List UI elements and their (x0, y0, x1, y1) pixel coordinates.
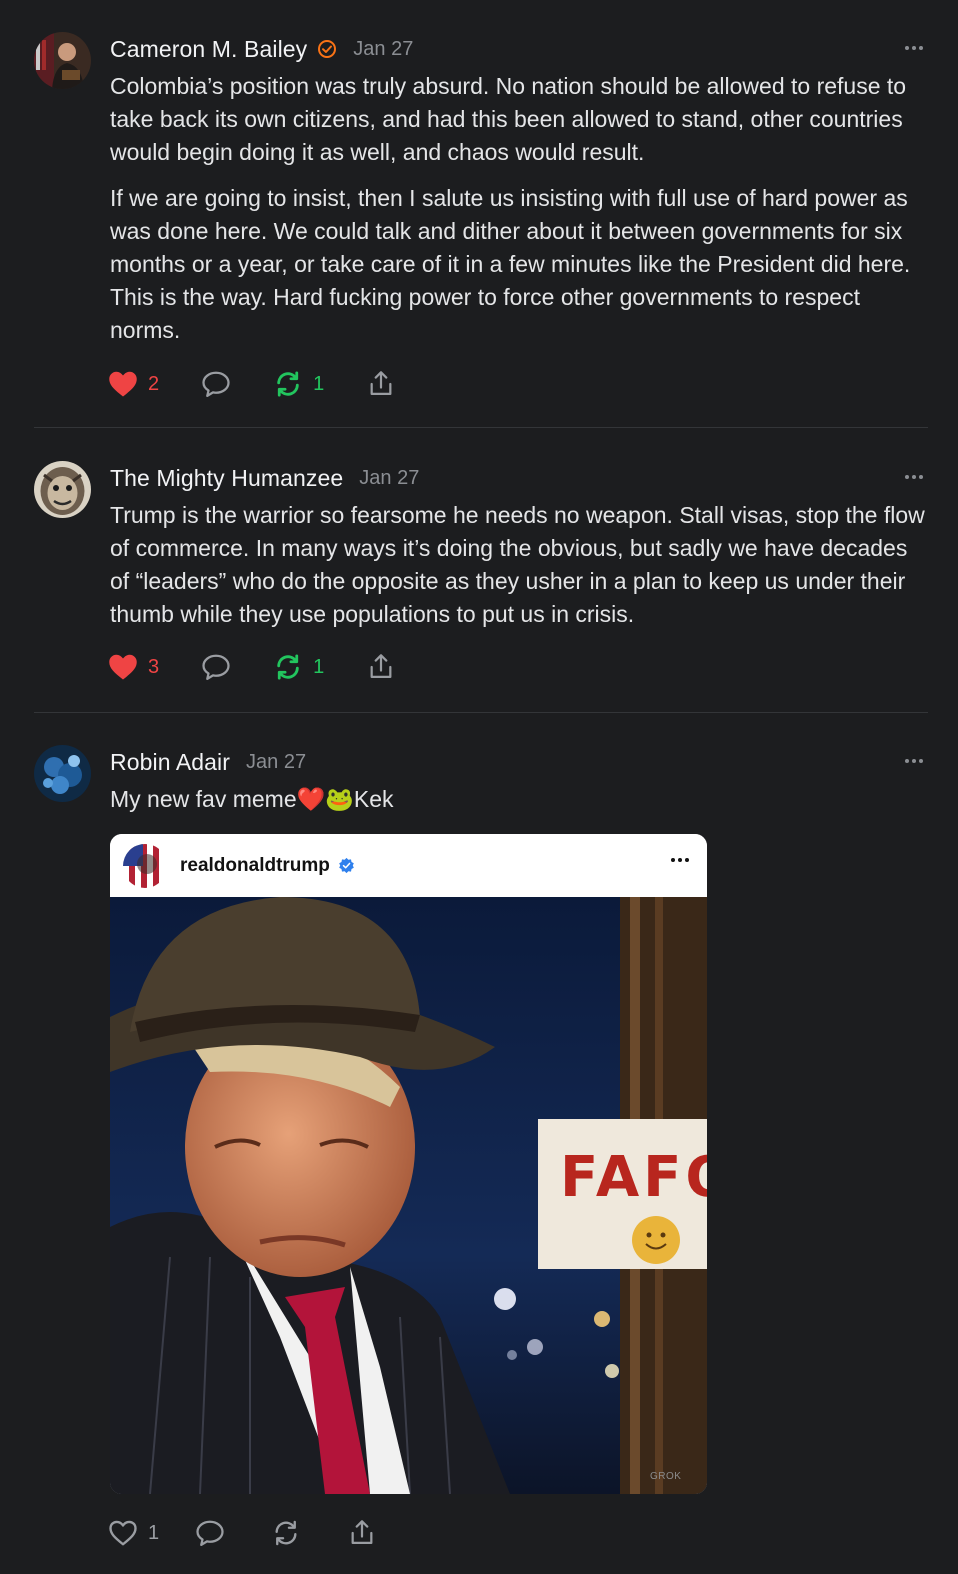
more-icon[interactable] (669, 858, 690, 862)
reply-button[interactable] (201, 368, 231, 400)
like-count: 2 (148, 372, 160, 395)
comment-body: Colombia’s position was truly absurd. No… (110, 70, 930, 347)
share-button[interactable] (347, 1517, 377, 1549)
avatar[interactable] (34, 461, 91, 518)
sign-text: FAFO (560, 1145, 707, 1210)
comment-icon (202, 654, 230, 680)
comment-icon (202, 371, 230, 397)
verified-badge-icon (339, 857, 354, 874)
repost-button[interactable]: 1 (273, 368, 324, 400)
heart-icon (109, 654, 137, 680)
post-date: Jan 27 (359, 466, 420, 489)
author-name[interactable]: Cameron M. Bailey (110, 36, 307, 63)
grok-watermark: GROK (650, 1471, 682, 1482)
repost-count: 1 (313, 655, 325, 678)
divider (34, 427, 928, 428)
comment-icon (196, 1520, 224, 1546)
author-name[interactable]: The Mighty Humanzee (110, 465, 343, 492)
heart-icon (109, 1520, 137, 1546)
more-icon[interactable] (900, 749, 928, 773)
embed-username: realdonaldtrump (180, 854, 330, 876)
share-icon (351, 1520, 373, 1545)
share-button[interactable] (366, 368, 396, 400)
avatar[interactable] (34, 745, 91, 802)
repost-icon (277, 654, 299, 680)
reply-button[interactable] (195, 1517, 225, 1549)
repost-button[interactable] (271, 1517, 301, 1549)
share-button[interactable] (366, 651, 396, 683)
heart-icon (109, 371, 137, 397)
reply-button[interactable] (201, 651, 231, 683)
avatar[interactable] (34, 32, 91, 89)
post-date: Jan 27 (353, 37, 414, 60)
like-count: 3 (148, 655, 160, 678)
more-icon[interactable] (900, 36, 928, 60)
action-bar: 3 1 (108, 651, 396, 683)
comment-paragraph: Colombia’s position was truly absurd. No… (110, 73, 907, 165)
embedded-image-post[interactable]: realdonaldtrump FAF GROK (110, 834, 707, 1494)
comment-paragraph: If we are going to insist, then I salute… (110, 185, 911, 343)
repost-count: 1 (313, 372, 325, 395)
comment-feed: Cameron M. Bailey Jan 27 Colombia’s posi… (0, 0, 958, 1574)
like-button[interactable]: 3 (108, 651, 159, 683)
repost-icon (275, 1520, 297, 1546)
post-date: Jan 27 (246, 750, 307, 773)
repost-icon (277, 371, 299, 397)
share-icon (370, 371, 392, 396)
like-count: 1 (148, 1521, 160, 1544)
share-icon (370, 654, 392, 679)
like-button[interactable]: 1 (108, 1517, 159, 1549)
action-bar: 1 (108, 1517, 377, 1549)
comment-body: My new fav meme❤️🐸Kek (110, 783, 930, 816)
comment-body: Trump is the warrior so fearsome he need… (110, 499, 930, 631)
embed-header: realdonaldtrump (110, 834, 707, 897)
repost-button[interactable]: 1 (273, 651, 324, 683)
comment-paragraph: Trump is the warrior so fearsome he need… (110, 502, 925, 627)
more-icon[interactable] (900, 465, 928, 489)
embed-avatar (123, 843, 167, 888)
verified-badge-icon (318, 40, 337, 58)
like-button[interactable]: 2 (108, 368, 159, 400)
meme-image: FAFO GROK (110, 897, 707, 1494)
divider (34, 712, 928, 713)
comment-text: My new fav meme❤️🐸Kek (110, 786, 394, 812)
action-bar: 2 1 (108, 368, 396, 400)
author-name[interactable]: Robin Adair (110, 749, 230, 776)
